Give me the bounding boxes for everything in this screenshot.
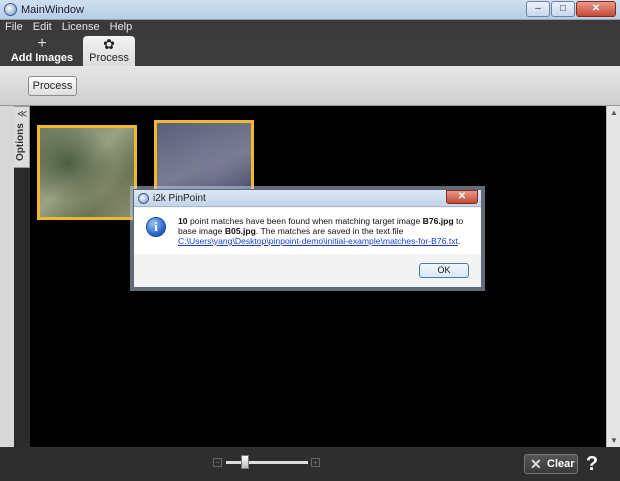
target-image-name: B76.jpg — [422, 216, 454, 226]
app-icon — [138, 193, 149, 204]
ribbon-panel: Process — [0, 66, 620, 106]
dialog-title: i2k PinPoint — [153, 193, 206, 204]
gear-icon: ✿ — [103, 36, 115, 52]
clear-button[interactable]: ✕ Clear — [524, 454, 578, 474]
dialog-titlebar: i2k PinPoint ✕ — [134, 190, 481, 207]
message-dialog: i2k PinPoint ✕ i 10 point matches have b… — [133, 189, 482, 288]
options-label: Options — [15, 123, 26, 161]
ok-button[interactable]: OK — [419, 263, 469, 278]
clear-icon: ✕ — [530, 456, 542, 472]
info-icon: i — [146, 217, 166, 237]
dialog-close-button[interactable]: ✕ — [446, 190, 478, 204]
tab-add-images[interactable]: + Add Images — [10, 36, 74, 66]
zoom-slider-track[interactable] — [226, 461, 308, 464]
side-strip — [0, 106, 14, 447]
clear-label: Clear — [547, 458, 575, 470]
toolbar: + Add Images ✿ Process — [0, 34, 620, 66]
plus-icon: + — [37, 35, 47, 52]
tab-process-label: Process — [89, 52, 129, 64]
bottom-bar: − + ✕ Clear ? — [0, 447, 620, 481]
close-button[interactable]: ✕ — [576, 1, 616, 17]
message-text: . The matches are saved in the text file — [255, 226, 404, 236]
tab-process[interactable]: ✿ Process — [83, 36, 135, 66]
window-titlebar: MainWindow – □ ✕ — [0, 0, 620, 20]
minimize-button[interactable]: – — [526, 1, 550, 17]
scroll-up-arrow-icon[interactable]: ▲ — [610, 108, 618, 117]
process-button[interactable]: Process — [28, 76, 77, 96]
help-icon[interactable]: ? — [582, 453, 602, 475]
matches-file-link[interactable]: C:\Users\yang\Desktop\pinpoint-demo\init… — [178, 236, 458, 246]
menu-bar: File Edit License Help — [0, 20, 620, 34]
options-panel-toggle[interactable]: ≪ Options — [14, 106, 30, 168]
zoom-slider-handle[interactable] — [240, 455, 249, 469]
maximize-button[interactable]: □ — [551, 1, 575, 17]
message-text: . — [457, 236, 461, 246]
vertical-scrollbar[interactable]: ▲ ▼ — [606, 106, 620, 447]
app-icon — [4, 3, 17, 16]
menu-file[interactable]: File — [0, 20, 28, 34]
collapse-chevron-icon: ≪ — [17, 109, 28, 120]
zoom-out-icon[interactable]: − — [213, 458, 222, 467]
menu-edit[interactable]: Edit — [28, 20, 57, 34]
menu-license[interactable]: License — [57, 20, 105, 34]
dialog-message: 10 point matches have been found when ma… — [178, 216, 474, 246]
window-title: MainWindow — [21, 4, 84, 16]
message-text: point matches have been found when match… — [187, 216, 423, 226]
menu-help[interactable]: Help — [105, 20, 138, 34]
image-thumbnail[interactable] — [37, 125, 137, 220]
dialog-body: i 10 point matches have been found when … — [134, 208, 481, 254]
match-count: 10 — [178, 216, 188, 226]
tab-add-images-label: Add Images — [10, 52, 74, 64]
scroll-down-arrow-icon[interactable]: ▼ — [610, 436, 618, 445]
window-controls: – □ ✕ — [526, 1, 616, 17]
base-image-name: B05.jpg — [224, 226, 256, 236]
zoom-in-icon[interactable]: + — [311, 458, 320, 467]
